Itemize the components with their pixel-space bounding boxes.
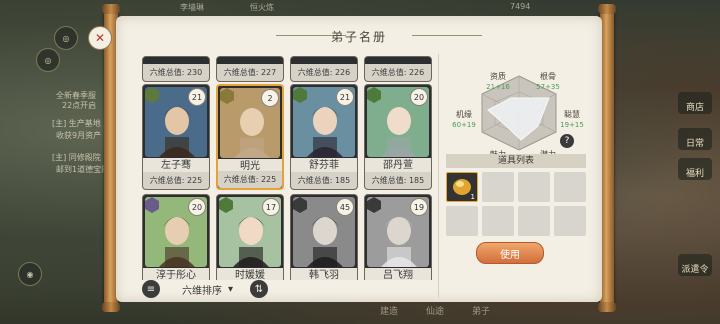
guild-name: 恒火炼 xyxy=(250,3,274,12)
disciple-stat: 六维总值: 226 xyxy=(291,64,357,81)
disciple-card[interactable]: 21 左子骞 六维总值: 225 xyxy=(142,84,210,190)
use-item-button[interactable]: 使用 xyxy=(476,242,544,264)
item-slot[interactable] xyxy=(554,206,586,236)
disciple-level: 2 xyxy=(261,89,279,107)
disciple-stat: 六维总值: 230 xyxy=(143,64,209,81)
nav-build[interactable]: 建造 xyxy=(380,304,398,322)
hud-button[interactable]: ◎ xyxy=(36,48,60,72)
disciple-stat: 六维总值: 185 xyxy=(291,172,357,189)
item-slots: 1 xyxy=(446,172,586,242)
disciple-level: 20 xyxy=(410,88,428,106)
disciple-card-partial[interactable]: 六维总值: 226 xyxy=(290,56,358,82)
top-status-bar: 李墙琳 恒火炼 7494 xyxy=(170,0,570,14)
disciple-level: 17 xyxy=(262,198,280,216)
disciple-name: 左子骞 xyxy=(143,158,209,173)
disciple-stat: 六维总值: 227 xyxy=(217,64,283,81)
right-hud: 商店 日常 福利 派遣令 xyxy=(620,0,720,324)
item-count: 1 xyxy=(470,193,475,201)
disciple-card[interactable]: 17时媛媛六维总值: 182 xyxy=(216,194,284,280)
radar-axis: 资质 21+16 xyxy=(486,72,510,91)
item-slot[interactable] xyxy=(518,172,550,202)
disciple-roster-panel: 弟子名册 六维总值: 230 六维总值: 227 六维总值: 226 六维总值:… xyxy=(116,16,602,302)
sort-bar: ≡ 六维排序 ▾ ⇅ xyxy=(142,278,438,300)
radar-chart xyxy=(481,75,557,151)
disciple-stat: 六维总值: 225 xyxy=(143,172,209,189)
coin-count: 7494 xyxy=(510,2,531,11)
disciple-card[interactable]: 45韩飞羽六维总值: 340 xyxy=(290,194,358,280)
disciple-card[interactable]: 19吕飞翔六维总值: 340 xyxy=(364,194,432,280)
disciple-card[interactable]: 2 明光 六维总值: 225 xyxy=(216,84,284,190)
disciple-stat: 六维总值: 185 xyxy=(365,172,431,189)
panel-title: 弟子名册 xyxy=(330,30,387,44)
disciple-card-partial[interactable]: 六维总值: 227 xyxy=(216,56,284,82)
hud-line: [主] 同修殿院 xyxy=(52,153,101,162)
item-list-title: 道具列表 xyxy=(446,154,586,168)
attribute-radar: 资质21+16 根骨57+35 聪慧19+15 潜力44+26 魅力24+17 … xyxy=(446,54,592,169)
close-icon: ✕ xyxy=(94,31,106,45)
radar-axis: 根骨 57+35 xyxy=(536,72,560,91)
radar-axis: 机缘 60+19 xyxy=(452,110,476,129)
item-slot[interactable] xyxy=(518,206,550,236)
bottom-nav: 建造 仙途 弟子 xyxy=(380,304,620,322)
hud-line: [主] 生产基地 xyxy=(52,119,101,128)
player-name: 李墙琳 xyxy=(180,3,204,12)
disciple-name: 舒芬菲 xyxy=(291,158,357,173)
hud-button[interactable]: ◉ xyxy=(18,262,42,286)
item-slot-selected[interactable]: 1 xyxy=(446,172,478,202)
nav-disciple[interactable]: 弟子 xyxy=(472,304,490,322)
filter-icon[interactable]: ≡ xyxy=(142,280,160,298)
disciple-card[interactable]: 21 舒芬菲 六维总值: 185 xyxy=(290,84,358,190)
nav-path[interactable]: 仙途 xyxy=(426,304,444,322)
disciple-grid[interactable]: 六维总值: 230 六维总值: 227 六维总值: 226 六维总值: 226 … xyxy=(142,56,438,280)
disciple-card-partial[interactable]: 六维总值: 230 xyxy=(142,56,210,82)
help-icon[interactable]: ? xyxy=(560,134,574,148)
disciple-card[interactable]: 20 邵丹萱 六维总值: 185 xyxy=(364,84,432,190)
panel-divider xyxy=(438,54,439,298)
disciple-card[interactable]: 20淳于彤心六维总值: 184 xyxy=(142,194,210,280)
close-button[interactable]: ✕ xyxy=(88,26,112,50)
sort-label: 六维排序 xyxy=(182,285,222,297)
item-slot[interactable] xyxy=(446,206,478,236)
dispatch-button[interactable]: 派遣令 xyxy=(678,254,712,276)
daily-button[interactable]: 日常 xyxy=(678,128,712,150)
disciple-level: 45 xyxy=(336,198,354,216)
shop-button[interactable]: 商店 xyxy=(678,92,712,114)
disciple-card-partial[interactable]: 六维总值: 226 xyxy=(364,56,432,82)
disciple-level: 20 xyxy=(188,198,206,216)
item-slot[interactable] xyxy=(482,206,514,236)
disciple-stat: 六维总值: 225 xyxy=(218,171,282,188)
disciple-level: 21 xyxy=(188,88,206,106)
item-slot[interactable] xyxy=(482,172,514,202)
scroll-rod-right xyxy=(598,4,616,312)
disciple-stat: 六维总值: 226 xyxy=(365,64,431,81)
item-slot[interactable] xyxy=(554,172,586,202)
disciple-name: 邵丹萱 xyxy=(365,158,431,173)
hud-button[interactable]: ◎ xyxy=(54,26,78,50)
welfare-button[interactable]: 福利 xyxy=(678,158,712,180)
disciple-level: 19 xyxy=(410,198,428,216)
disciple-level: 21 xyxy=(336,88,354,106)
sort-toggle-icon[interactable]: ⇅ xyxy=(250,280,268,298)
radar-axis: 聪慧 19+15 xyxy=(560,110,584,129)
hud-line: 22点开启 xyxy=(62,101,97,110)
chevron-down-icon: ▾ xyxy=(228,283,234,295)
